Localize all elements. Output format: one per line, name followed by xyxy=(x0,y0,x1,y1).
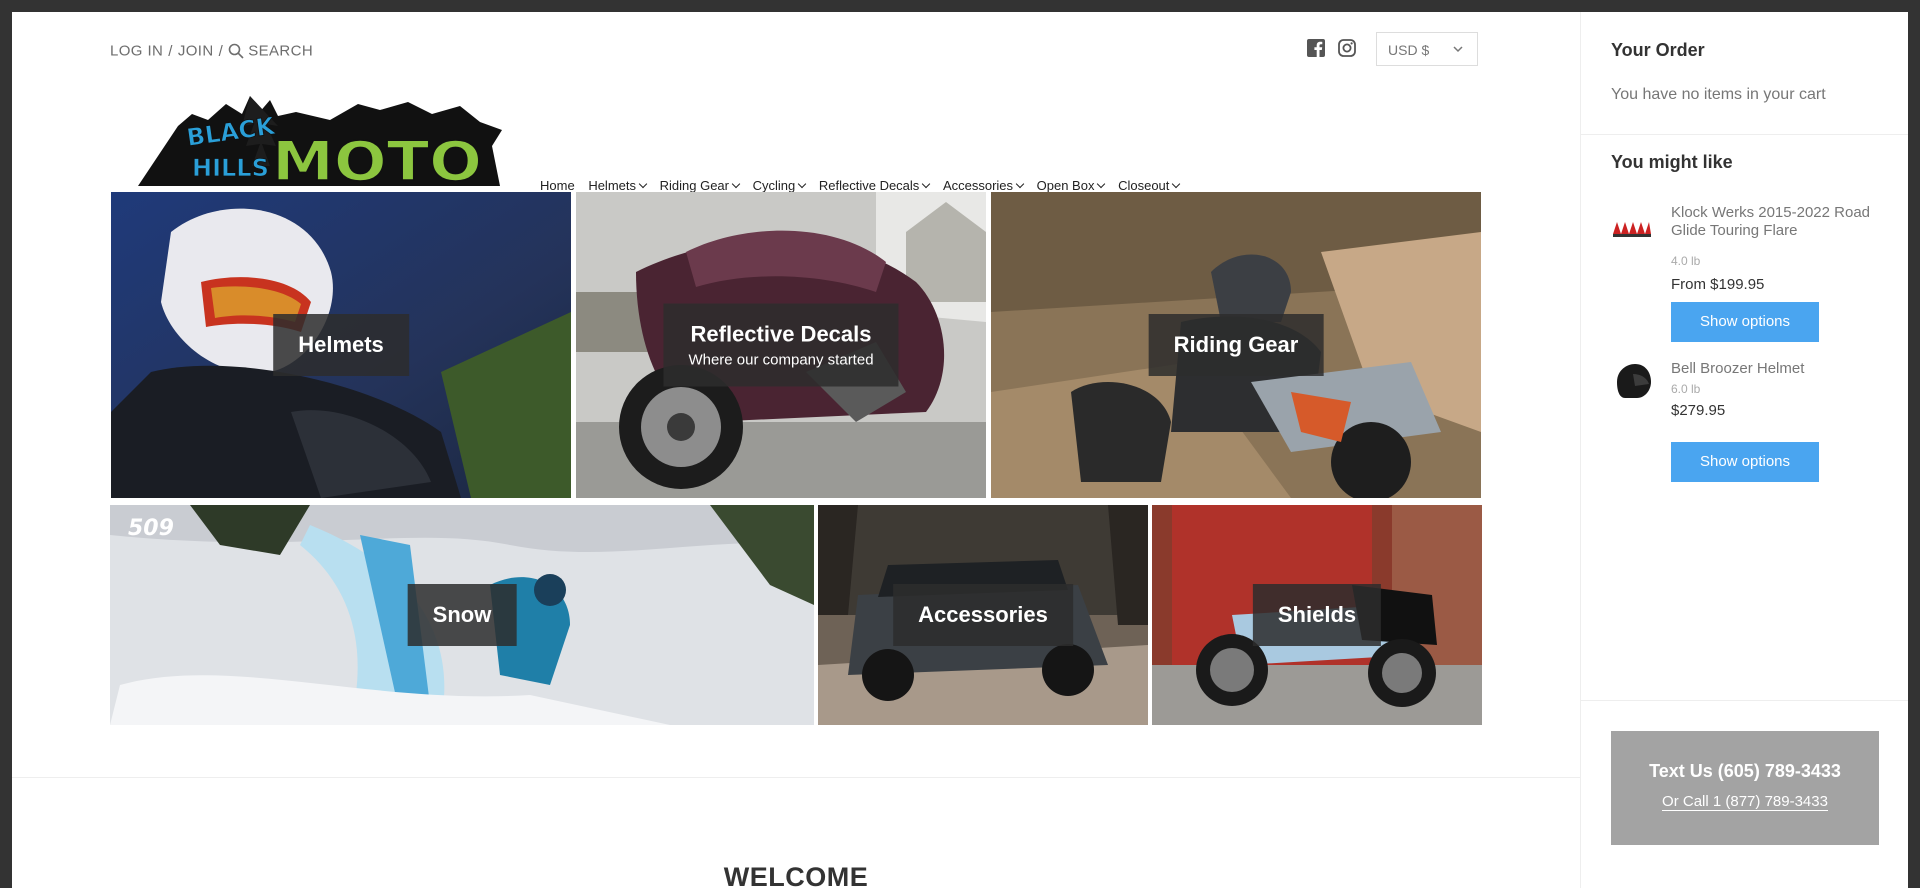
suggested-product: Bell Broozer Helmet 6.0 lb $279.95 Show … xyxy=(1611,360,1891,482)
tile-label: Accessories xyxy=(893,584,1073,646)
contact-box: Text Us (605) 789-3433 Or Call 1 (877) 7… xyxy=(1611,731,1879,845)
product-name[interactable]: Klock Werks 2015-2022 Road Glide Touring… xyxy=(1671,204,1871,240)
logo-hills-text: HILLS xyxy=(192,154,269,182)
tile-label: Helmets xyxy=(273,314,409,376)
product-thumbnail[interactable] xyxy=(1611,360,1653,402)
site-logo[interactable]: BLACK HILLS MOTO xyxy=(130,86,510,196)
nav-closeout[interactable]: Closeout xyxy=(1118,178,1181,193)
search-icon xyxy=(228,43,244,59)
product-price: $279.95 xyxy=(1671,402,1726,419)
tile-label: Snow xyxy=(407,584,517,646)
account-bar: LOG IN / JOIN / SEARCH xyxy=(110,42,313,60)
your-order-title: Your Order xyxy=(1611,40,1705,60)
call-line: Or Call 1 (877) 789-3433 xyxy=(1611,793,1879,811)
search-label: SEARCH xyxy=(248,42,314,60)
instagram-icon[interactable] xyxy=(1337,38,1357,58)
tile-helmets[interactable]: Helmets xyxy=(111,192,571,498)
search-link[interactable]: SEARCH xyxy=(228,42,314,60)
chevron-down-icon xyxy=(1097,179,1106,189)
sidebar-divider xyxy=(1581,700,1908,701)
product-name[interactable]: Bell Broozer Helmet xyxy=(1671,360,1871,378)
nav-label: Reflective Decals xyxy=(818,178,920,193)
nav-cycling[interactable]: Cycling xyxy=(752,178,807,193)
page: LOG IN / JOIN / SEARCH USD $ BLACK HILLS MOT… xyxy=(12,12,1908,888)
product-weight: 4.0 lb xyxy=(1671,254,1701,268)
facebook-icon[interactable] xyxy=(1306,38,1326,58)
nav-accessories[interactable]: Accessories xyxy=(942,178,1025,193)
section-divider xyxy=(12,777,1580,778)
tile-subtitle: Where our company started xyxy=(688,351,874,369)
tile-label: Riding Gear xyxy=(1148,314,1324,376)
chevron-down-icon xyxy=(1453,46,1463,53)
main-content: LOG IN / JOIN / SEARCH USD $ BLACK HILLS MOT… xyxy=(12,12,1580,888)
currency-selector[interactable]: USD $ xyxy=(1376,32,1478,66)
chevron-down-icon xyxy=(1015,179,1025,189)
nav-label: Accessories xyxy=(942,178,1014,193)
price-value: $199.95 xyxy=(1710,276,1765,293)
product-price: From $199.95 xyxy=(1671,276,1764,293)
price-prefix: From xyxy=(1671,276,1706,293)
nav-home[interactable]: Home xyxy=(540,178,575,193)
chevron-down-icon xyxy=(731,179,741,189)
sidebar-divider xyxy=(1581,134,1908,135)
nav-label: Closeout xyxy=(1118,178,1170,193)
tile-title: Shields xyxy=(1277,602,1357,627)
product-weight: 6.0 lb xyxy=(1671,382,1701,396)
tile-label: Shields xyxy=(1252,584,1382,646)
show-options-button[interactable]: Show options xyxy=(1671,302,1819,342)
snow-photo-mark: 509 xyxy=(128,516,174,541)
tile-accessories[interactable]: Accessories xyxy=(818,505,1148,725)
separator: / xyxy=(218,42,224,60)
product-thumbnail[interactable] xyxy=(1611,204,1653,246)
nav-helmets[interactable]: Helmets xyxy=(588,178,648,193)
main-nav: Home Helmets Riding Gear Cycling Reflect… xyxy=(540,178,1189,193)
cart-sidebar: Your Order You have no items in your car… xyxy=(1580,12,1908,888)
tile-title: Accessories xyxy=(918,602,1048,627)
tile-reflective-decals[interactable]: Reflective Decals Where our company start… xyxy=(576,192,986,498)
tile-title: Riding Gear xyxy=(1173,332,1299,357)
nav-open-box[interactable]: Open Box xyxy=(1036,178,1106,193)
tile-title: Snow xyxy=(432,602,492,627)
chevron-down-icon xyxy=(638,179,648,189)
tile-title: Helmets xyxy=(298,332,384,357)
nav-label: Open Box xyxy=(1036,178,1095,193)
nav-riding-gear[interactable]: Riding Gear xyxy=(659,178,741,193)
chevron-down-icon xyxy=(922,179,931,189)
join-link[interactable]: JOIN xyxy=(178,43,214,60)
suggested-product: Klock Werks 2015-2022 Road Glide Touring… xyxy=(1611,204,1891,344)
tile-label: Reflective Decals Where our company start… xyxy=(663,303,899,387)
tile-riding-gear[interactable]: Riding Gear xyxy=(991,192,1481,498)
tile-title: Reflective Decals xyxy=(690,321,872,347)
you-might-like-title: You might like xyxy=(1611,152,1733,172)
nav-label: Riding Gear xyxy=(659,178,729,193)
tile-snow[interactable]: 509 Snow xyxy=(110,505,814,725)
nav-reflective-decals[interactable]: Reflective Decals xyxy=(818,178,931,193)
logo-moto-text: MOTO xyxy=(272,130,482,193)
nav-label: Helmets xyxy=(588,178,636,193)
text-us-line: Text Us (605) 789-3433 xyxy=(1649,761,1841,781)
empty-cart-text: You have no items in your cart xyxy=(1611,86,1826,103)
nav-label: Home xyxy=(540,178,575,193)
separator: / xyxy=(168,42,173,60)
call-link[interactable]: Or Call 1 (877) 789-3433 xyxy=(1662,793,1828,811)
chevron-down-icon xyxy=(798,179,807,189)
nav-label: Cycling xyxy=(752,178,796,193)
show-options-button[interactable]: Show options xyxy=(1671,442,1819,482)
login-link[interactable]: LOG IN xyxy=(110,43,163,60)
currency-value: USD $ xyxy=(1388,42,1430,58)
chevron-down-icon xyxy=(1172,179,1181,189)
tile-shields[interactable]: Shields xyxy=(1152,505,1482,725)
welcome-heading: WELCOME xyxy=(723,862,869,888)
